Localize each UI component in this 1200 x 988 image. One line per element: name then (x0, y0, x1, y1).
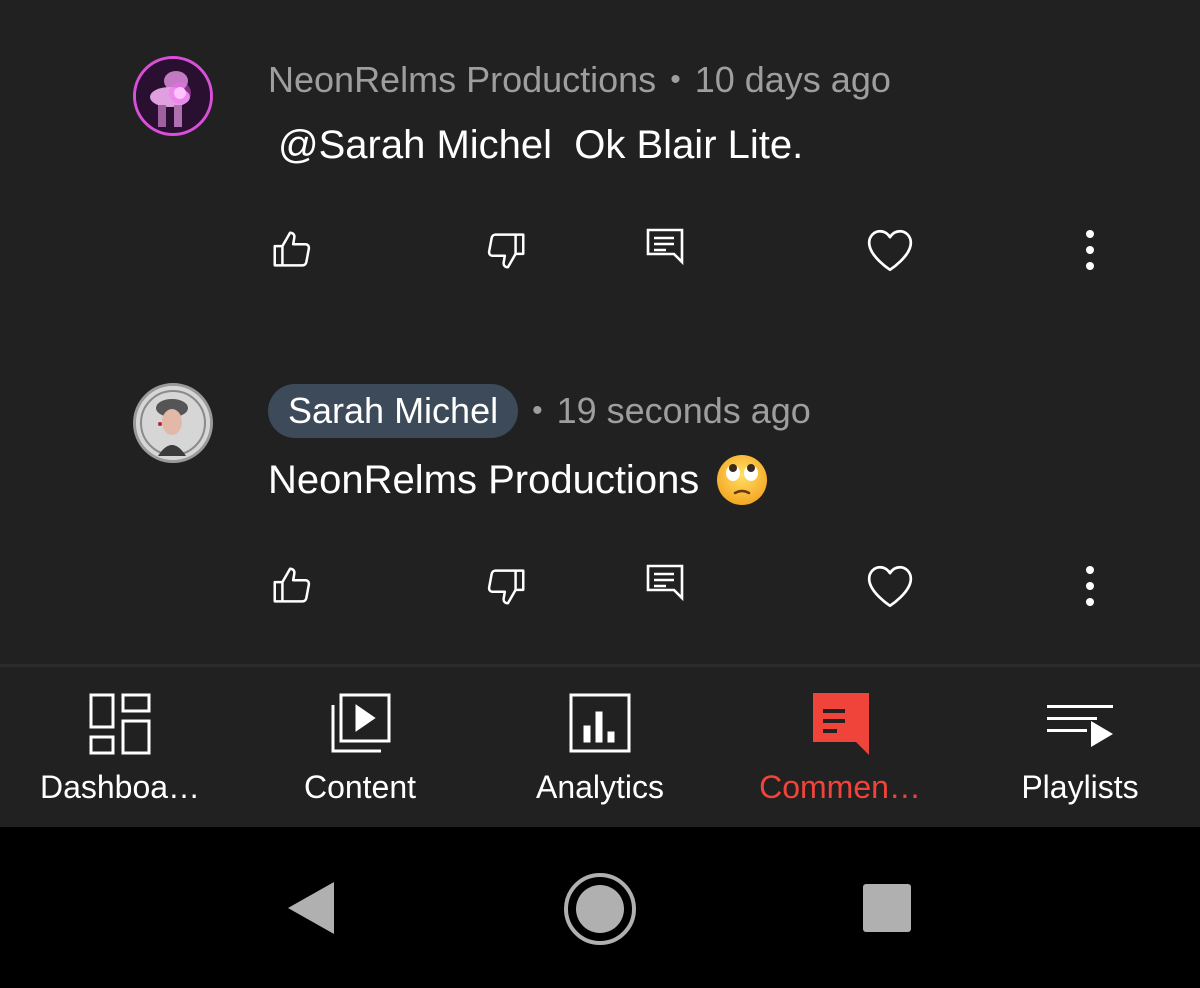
more-vertical-icon (1086, 230, 1094, 270)
separator-dot: • (670, 63, 681, 96)
comment-text: NeonRelms Productions (268, 457, 700, 502)
thumbs-up-icon (273, 231, 311, 267)
user-avatar-icon[interactable] (133, 383, 213, 463)
reply-icon (646, 228, 684, 266)
comment-actions (0, 556, 1200, 616)
dashboard-icon (89, 693, 151, 755)
nav-label-comments: Commen… (759, 769, 921, 805)
playlists-icon (1047, 705, 1113, 747)
nav-item-dashboard[interactable]: Dashboa… (0, 667, 240, 827)
back-icon[interactable] (286, 880, 336, 936)
comment-author-chip[interactable]: Sarah Michel (268, 384, 519, 438)
comment-item: NeonRelms Productions • 10 days ago @Sar… (0, 0, 1200, 330)
nav-item-content[interactable]: Content (240, 667, 480, 827)
nav-label-content: Content (303, 769, 417, 805)
thumbs-down-icon (487, 233, 525, 269)
comment-author[interactable]: NeonRelms Productions (268, 59, 656, 101)
channel-avatar-icon[interactable] (133, 56, 213, 136)
face-with-rolling-eyes-icon (717, 455, 768, 505)
reply-button[interactable] (636, 556, 696, 616)
comment-time: 10 days ago (694, 59, 891, 100)
nav-label-playlists: Playlists (1021, 769, 1139, 805)
system-navigation-bar (0, 827, 1200, 988)
more-options-button[interactable] (1060, 220, 1120, 280)
comment-text-row: NeonRelms Productions (268, 452, 769, 508)
bottom-navigation: Dashboa… Content Analytics Commen… Playl… (0, 667, 1200, 827)
thumbs-up-icon (273, 567, 311, 603)
separator-dot: • (532, 394, 543, 427)
comments-icon (813, 693, 869, 755)
recents-icon[interactable] (862, 883, 912, 933)
comment-time: 19 seconds ago (556, 390, 811, 431)
heart-icon (867, 229, 913, 272)
heart-button[interactable] (860, 220, 920, 280)
comment-meta: NeonRelms Productions • 10 days ago (268, 58, 891, 102)
reply-button[interactable] (636, 220, 696, 280)
more-vertical-icon (1086, 566, 1094, 606)
more-options-button[interactable] (1060, 556, 1120, 616)
heart-button[interactable] (860, 556, 920, 616)
comments-screen: NeonRelms Productions • 10 days ago @Sar… (0, 0, 1200, 988)
reply-icon (646, 564, 684, 602)
comment-actions (0, 220, 1200, 280)
dislike-button[interactable] (476, 556, 536, 616)
dislike-button[interactable] (476, 220, 536, 280)
home-icon[interactable] (562, 871, 638, 947)
nav-label-analytics: Analytics (535, 769, 665, 805)
thumbs-down-icon (487, 569, 525, 605)
like-button[interactable] (262, 220, 322, 280)
analytics-icon (569, 693, 631, 753)
nav-label-dashboard: Dashboa… (39, 769, 201, 805)
nav-item-comments[interactable]: Commen… (720, 667, 960, 827)
like-button[interactable] (262, 556, 322, 616)
content-icon (331, 693, 391, 753)
heart-icon (867, 565, 913, 608)
nav-item-playlists[interactable]: Playlists (960, 667, 1200, 827)
comment-meta: Sarah Michel • 19 seconds ago (268, 384, 811, 438)
comment-item: Sarah Michel • 19 seconds ago NeonRelms … (0, 330, 1200, 666)
comment-text: @Sarah Michel Ok Blair Lite. (278, 122, 804, 167)
nav-item-analytics[interactable]: Analytics (480, 667, 720, 827)
